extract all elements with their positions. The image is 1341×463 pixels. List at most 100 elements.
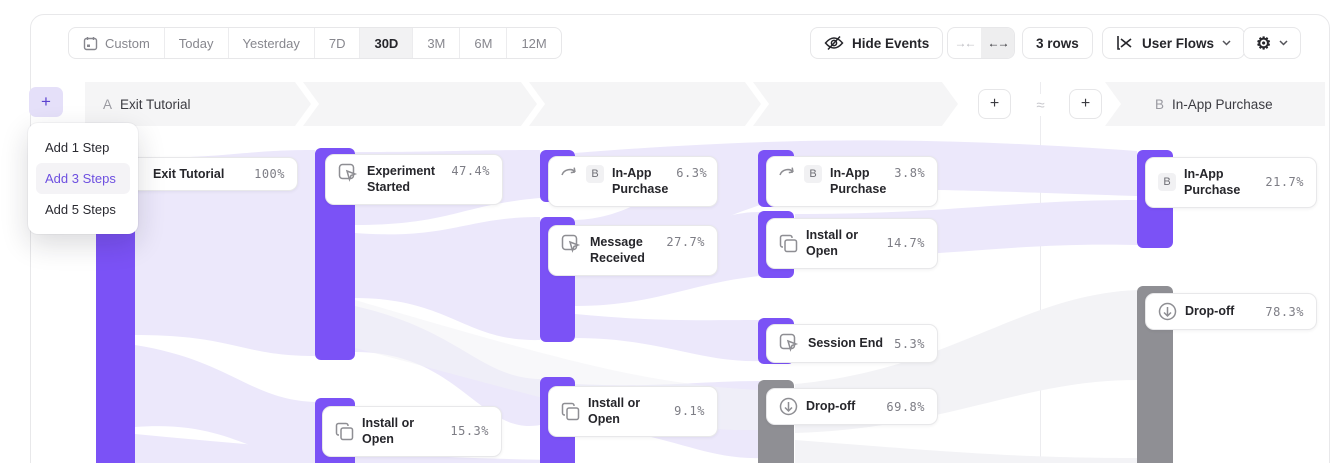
step-header-a: A Exit Tutorial: [85, 82, 311, 126]
node-percent: 78.3%: [1265, 305, 1304, 319]
node-percent: 15.3%: [450, 424, 489, 438]
node-percent: 27.7%: [666, 235, 705, 249]
node-label: In-App Purchase: [1184, 166, 1257, 199]
node-label: Install or Open: [806, 227, 878, 260]
node-label: Drop-off: [806, 398, 855, 414]
event-icon: [338, 163, 359, 184]
add-step-end-button[interactable]: +: [978, 89, 1011, 119]
node-percent: 3.8%: [894, 166, 925, 180]
view-selector-label: User Flows: [1142, 36, 1214, 51]
node-percent: 5.3%: [894, 337, 925, 351]
menu-item-add-1-step[interactable]: Add 1 Step: [36, 132, 130, 163]
anywhere-arrow-icon: [779, 165, 796, 177]
step-header-b: B In-App Purchase: [1105, 82, 1325, 126]
step-letter: B: [1155, 97, 1164, 112]
node-percent: 9.1%: [674, 404, 705, 418]
node-label: Session End: [808, 335, 883, 351]
node-label: Drop-off: [1185, 303, 1234, 319]
toolbar: Custom Today Yesterday 7D 30D 3M 6M 12M …: [0, 27, 1341, 59]
node-label: In-App Purchase: [830, 165, 886, 198]
hide-events-button[interactable]: Hide Events: [810, 27, 943, 59]
step-header-segment: [303, 82, 537, 126]
add-step-before-b-button[interactable]: +: [1069, 89, 1102, 119]
rows-button[interactable]: 3 rows: [1022, 27, 1093, 59]
date-range-6m[interactable]: 6M: [459, 28, 506, 58]
expand-columns-button[interactable]: ←→: [981, 28, 1014, 58]
settings-button[interactable]: ⚙: [1243, 27, 1301, 59]
screens-icon: [561, 402, 580, 421]
plus-icon: +: [41, 92, 51, 112]
goal-b-badge: B: [586, 165, 604, 183]
user-flows-icon: [1116, 35, 1134, 51]
node-percent: 6.3%: [676, 166, 707, 180]
anywhere-arrow-icon: [561, 165, 578, 177]
node-exit-tutorial[interactable]: Exit Tutorial 100%: [114, 157, 298, 191]
node-session-end[interactable]: Session End 5.3%: [766, 324, 938, 363]
node-install-or-open[interactable]: Install or Open 14.7%: [766, 218, 938, 269]
node-install-or-open[interactable]: Install or Open 9.1%: [548, 386, 718, 437]
hide-events-label: Hide Events: [852, 36, 929, 51]
node-in-app-purchase-b[interactable]: B In-App Purchase 21.7%: [1145, 157, 1317, 208]
node-percent: 14.7%: [886, 236, 925, 250]
event-icon: [561, 234, 582, 255]
date-range-yesterday[interactable]: Yesterday: [228, 28, 314, 58]
step-header-segment: [753, 82, 958, 126]
node-percent: 21.7%: [1265, 175, 1304, 189]
collapse-expand-control: →← ←→: [947, 27, 1015, 59]
date-range-30d[interactable]: 30D: [359, 28, 412, 58]
date-range-today[interactable]: Today: [164, 28, 228, 58]
event-icon: [779, 333, 800, 354]
node-label: Exit Tutorial: [153, 166, 224, 182]
goal-b-badge: B: [1158, 173, 1176, 191]
node-label: Install or Open: [588, 395, 666, 428]
step-header-segment: [529, 82, 761, 126]
node-label: Message Received: [590, 234, 658, 267]
screens-icon: [335, 422, 354, 441]
goal-b-badge: B: [804, 165, 822, 183]
date-range-control: Custom Today Yesterday 7D 30D 3M 6M 12M: [68, 27, 562, 59]
node-install-or-open[interactable]: Install or Open 15.3%: [322, 406, 502, 457]
drop-off-icon: [779, 397, 798, 416]
collapse-columns-button[interactable]: →←: [948, 28, 981, 58]
approx-divider-symbol: ≈: [1028, 94, 1053, 116]
node-percent: 100%: [254, 167, 285, 181]
node-drop-off[interactable]: Drop-off 69.8%: [766, 388, 938, 425]
node-label: Experiment Started: [367, 163, 443, 196]
rows-label: 3 rows: [1036, 36, 1079, 51]
node-percent: 47.4%: [451, 164, 490, 178]
node-in-app-purchase[interactable]: B In-App Purchase 3.8%: [766, 156, 938, 207]
step-title: In-App Purchase: [1172, 97, 1273, 112]
gear-icon: ⚙: [1256, 35, 1271, 52]
node-label: In-App Purchase: [612, 165, 668, 198]
calendar-icon: [83, 36, 98, 51]
eye-off-icon: [824, 35, 844, 51]
menu-item-add-3-steps[interactable]: Add 3 Steps: [36, 163, 130, 194]
date-range-custom[interactable]: Custom: [69, 28, 164, 58]
drop-off-icon: [1158, 302, 1177, 321]
date-range-label: Custom: [105, 36, 150, 51]
node-message-received[interactable]: Message Received 27.7%: [548, 225, 718, 276]
step-letter: A: [103, 97, 112, 112]
steps-divider-line: [1040, 82, 1041, 463]
node-drop-off-b[interactable]: Drop-off 78.3%: [1145, 293, 1317, 330]
collapse-icon: →←: [955, 36, 975, 50]
step-title: Exit Tutorial: [120, 97, 191, 112]
chevron-down-icon: [1279, 40, 1288, 46]
add-step-before-button[interactable]: +: [29, 87, 63, 117]
plus-icon: +: [1081, 95, 1090, 113]
user-flows-screen: Custom Today Yesterday 7D 30D 3M 6M 12M …: [0, 0, 1341, 463]
node-in-app-purchase[interactable]: B In-App Purchase 6.3%: [548, 156, 718, 207]
expand-icon: ←→: [988, 36, 1008, 50]
plus-icon: +: [990, 95, 999, 113]
node-label: Install or Open: [362, 415, 442, 448]
node-experiment-started[interactable]: Experiment Started 47.4%: [325, 154, 503, 205]
chevron-down-icon: [1222, 40, 1231, 46]
date-range-7d[interactable]: 7D: [314, 28, 360, 58]
date-range-12m[interactable]: 12M: [506, 28, 560, 58]
date-range-3m[interactable]: 3M: [412, 28, 459, 58]
view-selector-button[interactable]: User Flows: [1102, 27, 1245, 59]
add-step-menu: Add 1 Step Add 3 Steps Add 5 Steps: [28, 123, 138, 234]
menu-item-add-5-steps[interactable]: Add 5 Steps: [36, 194, 130, 225]
screens-icon: [779, 234, 798, 253]
node-percent: 69.8%: [886, 400, 925, 414]
